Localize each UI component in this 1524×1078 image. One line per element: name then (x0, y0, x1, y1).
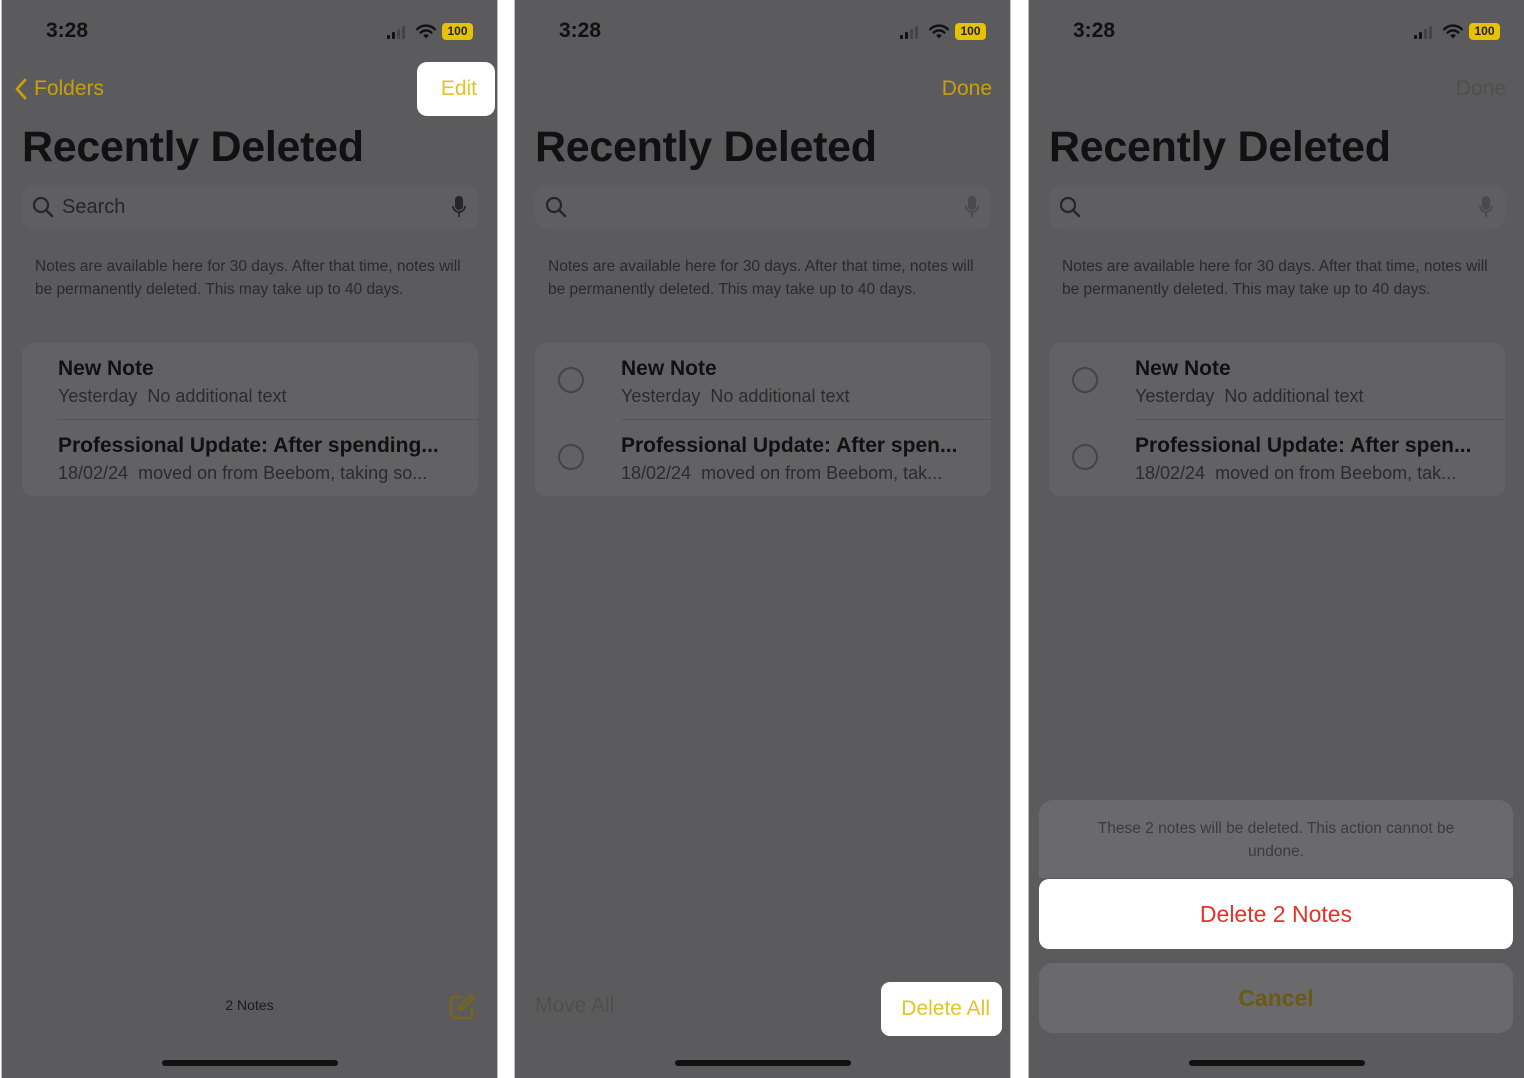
compose-icon[interactable] (448, 993, 476, 1021)
screen-recently-deleted-edit: 3:28 100 Done Recently Deleted Search No… (514, 0, 1011, 1078)
search-bar: Search (1049, 185, 1505, 229)
wifi-icon (929, 24, 949, 39)
select-radio[interactable] (558, 444, 584, 470)
select-radio[interactable] (558, 367, 584, 393)
note-subtitle: 18/02/24 moved on from Beebom, tak... (1135, 463, 1456, 484)
back-button[interactable]: Folders (14, 75, 104, 103)
note-title: New Note (621, 357, 717, 380)
note-date: 18/02/24 (621, 463, 692, 483)
status-bar: 3:28 100 (515, 0, 1010, 60)
action-sheet-text: These 2 notes will be deleted. This acti… (1097, 820, 1455, 860)
search-icon (545, 196, 567, 218)
search-bar[interactable]: Search (22, 185, 478, 229)
chevron-left-icon (15, 78, 27, 100)
list-item[interactable]: New Note Yesterday No additional text (22, 343, 478, 420)
note-preview: moved on from Beebom, taking so... (138, 463, 428, 483)
home-indicator (1189, 1060, 1365, 1066)
note-preview: No additional text (147, 386, 287, 406)
notes-list: New Note Yesterday No additional text Pro… (535, 343, 991, 496)
select-radio (1072, 367, 1098, 393)
info-text: Notes are available here for 30 days. Af… (35, 258, 461, 298)
note-date: 18/02/24 (58, 463, 129, 483)
wifi-icon (1443, 24, 1463, 39)
note-preview: No additional text (710, 386, 850, 406)
screen-delete-confirmation: 3:28 100 Done Recently Deleted Search No… (1028, 0, 1524, 1078)
wifi-icon (416, 24, 436, 39)
page-title: Recently Deleted (1049, 123, 1391, 171)
status-bar: 3:28 100 (1029, 0, 1524, 60)
cancel-button[interactable]: Cancel (1039, 963, 1513, 1033)
list-item: New Note Yesterday No additional text (1049, 343, 1505, 420)
action-sheet-message: These 2 notes will be deleted. This acti… (1039, 800, 1513, 878)
note-subtitle: Yesterday No additional text (1135, 386, 1364, 407)
note-preview: No additional text (1224, 386, 1364, 406)
note-date: Yesterday (1135, 386, 1215, 406)
note-title: New Note (1135, 357, 1231, 380)
list-item[interactable]: Professional Update: After spen... 18/02… (535, 420, 991, 496)
note-title: Professional Update: After spending... (58, 434, 439, 457)
microphone-icon[interactable] (965, 195, 979, 219)
battery-icon: 100 (1469, 23, 1500, 40)
page-title: Recently Deleted (22, 123, 364, 171)
status-time: 3:28 (1073, 19, 1116, 42)
info-text: Notes are available here for 30 days. Af… (548, 258, 974, 298)
microphone-icon[interactable] (452, 195, 466, 219)
note-title: Professional Update: After spen... (1135, 434, 1472, 457)
page-title: Recently Deleted (535, 123, 877, 171)
note-preview: moved on from Beebom, tak... (1215, 463, 1457, 483)
screen-recently-deleted: 3:28 100 Folders Edit Recently Deleted S… (1, 0, 498, 1078)
battery-icon: 100 (442, 23, 473, 40)
done-button: Done (1455, 77, 1506, 100)
note-subtitle: 18/02/24 moved on from Beebom, tak... (621, 463, 942, 484)
cellular-signal-icon (1414, 25, 1436, 39)
delete-notes-button[interactable]: Delete 2 Notes (1039, 879, 1513, 949)
move-all-button[interactable]: Move All (535, 994, 614, 1018)
notes-list: New Note Yesterday No additional text Pro… (1049, 343, 1505, 496)
note-date: Yesterday (621, 386, 701, 406)
search-icon (1059, 196, 1081, 218)
list-item[interactable]: Professional Update: After spending... 1… (22, 420, 478, 496)
search-bar[interactable]: Search (535, 185, 991, 229)
battery-icon: 100 (955, 23, 986, 40)
search-input[interactable]: Search (62, 196, 125, 219)
list-item: Professional Update: After spen... 18/02… (1049, 420, 1505, 496)
done-button[interactable]: Done (918, 62, 1010, 116)
note-subtitle: Yesterday No additional text (621, 386, 850, 407)
note-date: 18/02/24 (1135, 463, 1206, 483)
notes-count: 2 Notes (225, 997, 274, 1013)
note-preview: moved on from Beebom, tak... (701, 463, 943, 483)
delete-all-button[interactable]: Delete All (881, 982, 1002, 1036)
status-bar: 3:28 100 (2, 0, 497, 60)
search-input[interactable]: Search (575, 196, 638, 219)
search-input: Search (1089, 196, 1153, 218)
status-time: 3:28 (559, 19, 602, 42)
note-date: Yesterday (58, 386, 138, 406)
home-indicator (162, 1060, 338, 1066)
note-title: New Note (58, 357, 154, 380)
cellular-signal-icon (900, 25, 922, 39)
note-title: Professional Update: After spen... (621, 434, 958, 457)
search-icon (32, 196, 54, 218)
note-subtitle: Yesterday No additional text (58, 386, 287, 407)
microphone-icon (1479, 196, 1493, 217)
home-indicator (675, 1060, 851, 1066)
notes-list: New Note Yesterday No additional text Pro… (22, 343, 478, 496)
info-text: Notes are available here for 30 days. Af… (1062, 258, 1488, 298)
list-item[interactable]: New Note Yesterday No additional text (535, 343, 991, 420)
select-radio (1072, 444, 1098, 470)
cellular-signal-icon (387, 25, 409, 39)
note-subtitle: 18/02/24 moved on from Beebom, taking so.… (58, 463, 427, 484)
back-label: Folders (34, 77, 105, 100)
status-time: 3:28 (46, 19, 89, 42)
edit-button[interactable]: Edit (416, 62, 495, 116)
